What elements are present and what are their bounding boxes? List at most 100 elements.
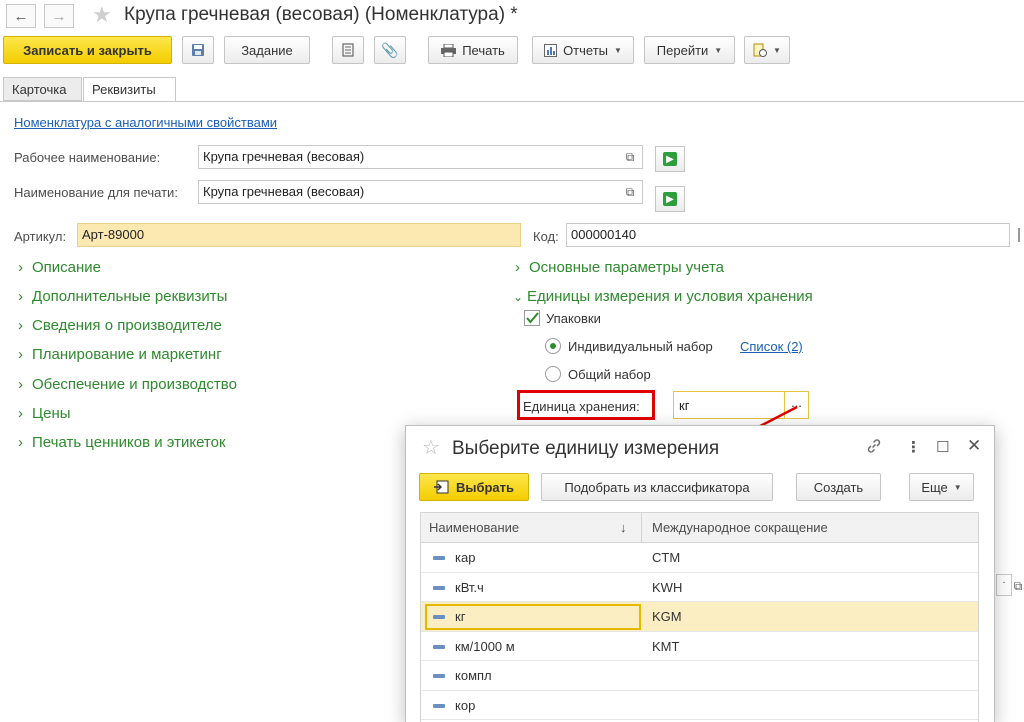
group-manufacturer[interactable]: › Сведения о производителе: [18, 317, 222, 334]
chevron-right-icon: ›: [18, 259, 23, 276]
pick-from-classifier-button[interactable]: Подобрать из классификатора: [541, 473, 773, 501]
task-label: Задание: [241, 42, 293, 58]
column-header-name[interactable]: Наименование: [429, 520, 519, 535]
report-icon: [544, 43, 558, 57]
work-name-field[interactable]: Крупа гречневая (весовая): [198, 145, 643, 169]
fill-from-print-name-button[interactable]: ▶: [655, 186, 685, 212]
unit-name: кар: [455, 550, 476, 565]
document-clock-icon: [753, 43, 768, 57]
close-icon[interactable]: ✕: [967, 436, 981, 456]
document-icon: [342, 43, 354, 57]
tab-card[interactable]: Карточка: [3, 77, 82, 101]
history-button[interactable]: ▼: [744, 36, 790, 64]
sort-arrow-icon[interactable]: ↓: [620, 520, 627, 535]
print-button[interactable]: Печать: [428, 36, 518, 64]
radio-dot-icon: [550, 343, 556, 349]
create-button[interactable]: Создать: [796, 473, 881, 501]
article-label: Артикул:: [14, 229, 67, 244]
group-label: Печать ценников и этикеток: [32, 434, 226, 451]
chevron-right-icon: ›: [18, 346, 23, 363]
group-accounting-params[interactable]: › Основные параметры учета: [515, 259, 724, 276]
open-window-icon: ⧉: [1013, 578, 1023, 593]
maximize-icon[interactable]: ☐: [936, 438, 949, 456]
table-row[interactable]: км/1000 м KMT: [421, 632, 978, 661]
group-label: Основные параметры учета: [529, 259, 725, 276]
task-button[interactable]: Задание: [224, 36, 310, 64]
code-value: 000000140: [571, 227, 637, 242]
attach-button[interactable]: 📎: [374, 36, 406, 64]
unit-intl-code: CTM: [652, 550, 681, 565]
link-icon[interactable]: [866, 438, 882, 458]
fill-from-work-name-button[interactable]: ▶: [655, 146, 685, 172]
print-label: Печать: [462, 42, 505, 58]
similar-items-link[interactable]: Номенклатура с аналогичными свойствами: [14, 115, 277, 130]
table-row[interactable]: кВт.ч KWH: [421, 573, 978, 602]
dialog-title: Выберите единицу измерения: [452, 438, 720, 459]
floppy-disk-icon: [192, 44, 204, 56]
article-field[interactable]: Арт-89000: [77, 223, 521, 247]
title-bar: ← → ★ Крупа гречневая (весовая) (Номенкл…: [0, 0, 1024, 32]
print-name-field[interactable]: Крупа гречневая (весовая): [198, 180, 643, 204]
unit-item-icon: [433, 615, 445, 619]
select-document-icon: [433, 480, 449, 494]
packaging-checkbox[interactable]: [524, 310, 540, 326]
more-menu-icon[interactable]: ⋮: [906, 438, 921, 456]
green-arrow-icon: ▶: [663, 152, 677, 166]
unit-item-icon: [433, 674, 445, 678]
individual-set-radio[interactable]: [545, 338, 561, 354]
open-window-icon[interactable]: ⧉: [620, 147, 640, 167]
favorite-star-icon[interactable]: ★: [92, 2, 112, 28]
table-row[interactable]: кор: [421, 691, 978, 720]
table-row-selected[interactable]: кг KGM: [421, 602, 978, 632]
choose-button[interactable]: Выбрать: [419, 473, 529, 501]
unit-name: кг: [455, 609, 466, 624]
packaging-list-link[interactable]: Список (2): [740, 339, 803, 354]
reports-button[interactable]: Отчеты ▼: [532, 36, 634, 64]
favorite-star-outline-icon[interactable]: ☆: [422, 435, 440, 460]
unit-item-icon: [433, 644, 445, 649]
classifier-label: Подобрать из классификатора: [564, 479, 750, 495]
arrow-left-icon: ←: [13, 7, 29, 25]
group-description[interactable]: › Описание: [18, 259, 101, 276]
group-planning[interactable]: › Планирование и маркетинг: [18, 346, 222, 363]
table-row[interactable]: компл: [421, 661, 978, 691]
forward-button[interactable]: →: [44, 4, 74, 28]
printer-icon: [441, 43, 457, 57]
group-price-tags[interactable]: › Печать ценников и этикеток: [18, 434, 226, 451]
arrow-right-icon: →: [51, 7, 67, 25]
unit-name: км/1000 м: [455, 638, 515, 654]
group-additional-requisites[interactable]: › Дополнительные реквизиты: [18, 288, 227, 305]
more-label: Еще: [921, 479, 948, 495]
more-button[interactable]: Еще ▼: [909, 473, 974, 501]
back-button[interactable]: ←: [6, 4, 36, 28]
table-header: Наименование ↓ Международное сокращение: [421, 513, 978, 543]
save-and-close-button[interactable]: Записать и закрыть: [3, 36, 172, 64]
common-set-radio[interactable]: [545, 366, 561, 382]
paperclip-icon: 📎: [381, 41, 399, 58]
table-row[interactable]: кар CTM: [421, 543, 978, 573]
chevron-right-icon: ›: [515, 259, 520, 276]
open-window-icon[interactable]: ⧉: [620, 182, 640, 202]
group-label: Описание: [32, 259, 102, 276]
tab-divider: [0, 101, 1024, 102]
tab-requisites[interactable]: Реквизиты: [83, 77, 176, 102]
save-button[interactable]: [182, 36, 214, 64]
caret-down-icon: ▼: [953, 482, 962, 492]
column-header-intl-code[interactable]: Международное сокращение: [652, 520, 828, 535]
storage-unit-value: кг: [679, 398, 690, 413]
caret-down-icon: ▼: [773, 45, 781, 55]
group-prices[interactable]: › Цены: [18, 405, 71, 422]
group-label: Цены: [32, 405, 71, 422]
green-arrow-icon: ▶: [663, 192, 677, 206]
work-name-value: Крупа гречневая (весовая): [203, 149, 365, 164]
create-label: Создать: [813, 479, 864, 495]
group-supply-production[interactable]: › Обеспечение и производство: [18, 376, 237, 393]
article-value: Арт-89000: [82, 227, 145, 242]
group-units-storage[interactable]: ⌄ Единицы измерения и условия хранения: [513, 288, 813, 305]
code-label: Код:: [533, 229, 559, 244]
document-list-button[interactable]: [332, 36, 364, 64]
code-field[interactable]: 000000140: [566, 223, 1010, 247]
unit-name: кор: [455, 697, 476, 713]
goto-button[interactable]: Перейти ▼: [644, 36, 735, 64]
select-unit-dialog: ☆ Выберите единицу измерения ⋮ ☐ ✕ Выбра…: [405, 425, 995, 722]
